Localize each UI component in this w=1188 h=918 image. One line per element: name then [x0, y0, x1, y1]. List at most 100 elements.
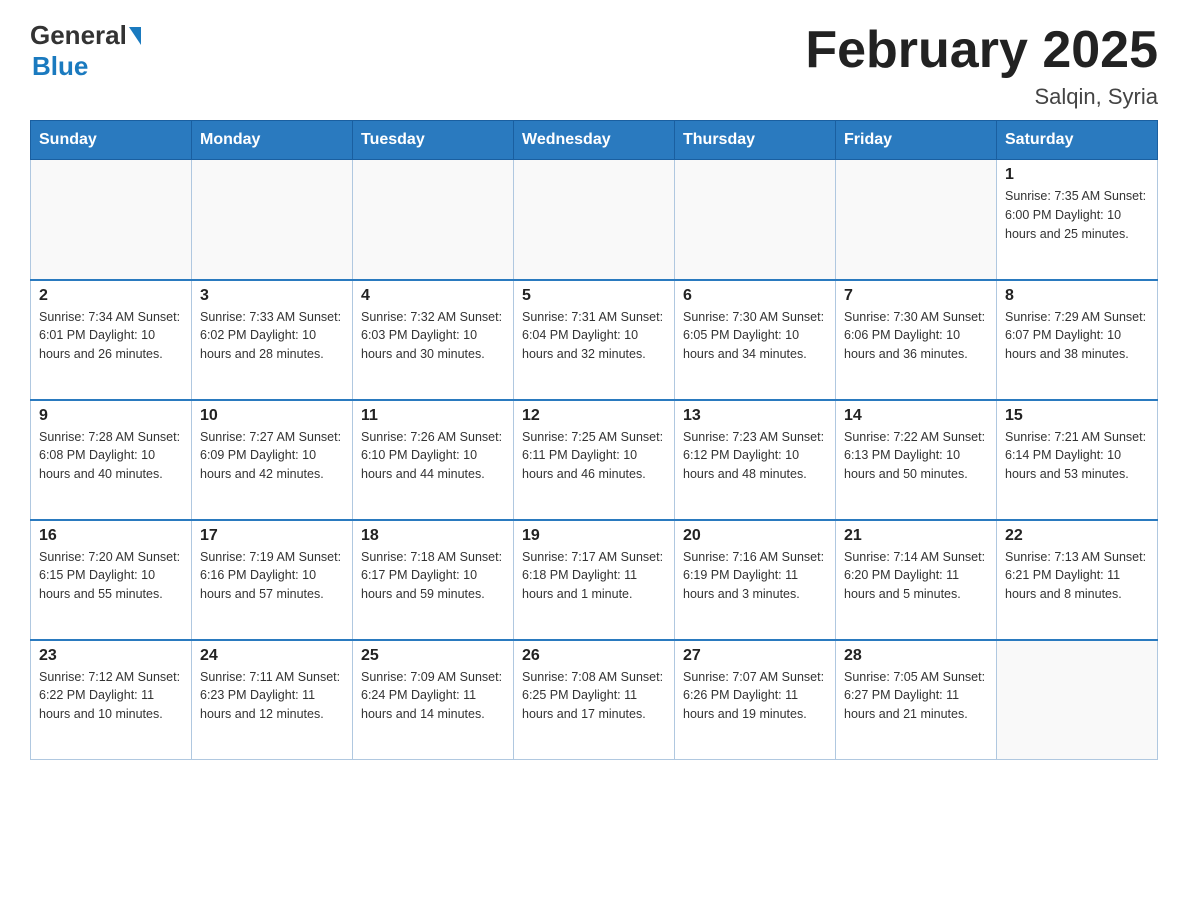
day-number: 22	[1005, 527, 1149, 545]
calendar-cell: 12 Sunrise: 7:25 AM Sunset: 6:11 PM Dayli…	[514, 400, 675, 520]
calendar-cell: 7 Sunrise: 7:30 AM Sunset: 6:06 PM Daylig…	[836, 280, 997, 400]
calendar-cell	[31, 160, 192, 280]
calendar-week-row: 23 Sunrise: 7:12 AM Sunset: 6:22 PM Dayli…	[31, 640, 1158, 760]
calendar-cell: 13Sunrise: 7:23 AM Sunset: 6:12 PM Dayli…	[675, 400, 836, 520]
calendar-cell	[514, 160, 675, 280]
day-number: 20	[683, 527, 827, 545]
day-number: 28	[844, 647, 988, 665]
calendar-cell	[997, 640, 1158, 760]
calendar-week-row: 9 Sunrise: 7:28 AM Sunset: 6:08 PM Daylig…	[31, 400, 1158, 520]
calendar-cell: 24 Sunrise: 7:11 AM Sunset: 6:23 PM Dayli…	[192, 640, 353, 760]
day-header-wednesday: Wednesday	[514, 121, 675, 160]
day-info: Sunrise: 7:34 AM Sunset: 6:01 PM Dayligh…	[39, 308, 183, 364]
day-header-thursday: Thursday	[675, 121, 836, 160]
day-number: 24	[200, 647, 344, 665]
day-info: Sunrise: 7:32 AM Sunset: 6:03 PM Dayligh…	[361, 308, 505, 364]
day-number: 8	[1005, 287, 1149, 305]
logo-blue-text: Blue	[32, 51, 88, 82]
calendar-cell: 16Sunrise: 7:20 AM Sunset: 6:15 PM Dayli…	[31, 520, 192, 640]
day-number: 26	[522, 647, 666, 665]
calendar-cell: 8 Sunrise: 7:29 AM Sunset: 6:07 PM Daylig…	[997, 280, 1158, 400]
calendar-cell: 23 Sunrise: 7:12 AM Sunset: 6:22 PM Dayli…	[31, 640, 192, 760]
calendar-cell: 5 Sunrise: 7:31 AM Sunset: 6:04 PM Daylig…	[514, 280, 675, 400]
day-header-monday: Monday	[192, 121, 353, 160]
calendar-cell: 27Sunrise: 7:07 AM Sunset: 6:26 PM Dayli…	[675, 640, 836, 760]
calendar-cell	[353, 160, 514, 280]
day-info: Sunrise: 7:18 AM Sunset: 6:17 PM Dayligh…	[361, 548, 505, 604]
day-info: Sunrise: 7:27 AM Sunset: 6:09 PM Dayligh…	[200, 428, 344, 484]
day-info: Sunrise: 7:20 AM Sunset: 6:15 PM Dayligh…	[39, 548, 183, 604]
day-info: Sunrise: 7:13 AM Sunset: 6:21 PM Dayligh…	[1005, 548, 1149, 604]
day-info: Sunrise: 7:16 AM Sunset: 6:19 PM Dayligh…	[683, 548, 827, 604]
calendar-cell: 10 Sunrise: 7:27 AM Sunset: 6:09 PM Dayli…	[192, 400, 353, 520]
calendar-cell	[675, 160, 836, 280]
logo-arrow-icon	[129, 27, 141, 45]
day-info: Sunrise: 7:14 AM Sunset: 6:20 PM Dayligh…	[844, 548, 988, 604]
day-info: Sunrise: 7:11 AM Sunset: 6:23 PM Dayligh…	[200, 668, 344, 724]
day-info: Sunrise: 7:25 AM Sunset: 6:11 PM Dayligh…	[522, 428, 666, 484]
calendar-cell: 25 Sunrise: 7:09 AM Sunset: 6:24 PM Dayli…	[353, 640, 514, 760]
calendar-cell: 22 Sunrise: 7:13 AM Sunset: 6:21 PM Dayli…	[997, 520, 1158, 640]
calendar-cell: 2 Sunrise: 7:34 AM Sunset: 6:01 PM Daylig…	[31, 280, 192, 400]
day-header-saturday: Saturday	[997, 121, 1158, 160]
day-info: Sunrise: 7:12 AM Sunset: 6:22 PM Dayligh…	[39, 668, 183, 724]
calendar-cell	[192, 160, 353, 280]
calendar-cell: 26Sunrise: 7:08 AM Sunset: 6:25 PM Dayli…	[514, 640, 675, 760]
calendar-cell: 6Sunrise: 7:30 AM Sunset: 6:05 PM Daylig…	[675, 280, 836, 400]
day-number: 27	[683, 647, 827, 665]
calendar-cell: 21 Sunrise: 7:14 AM Sunset: 6:20 PM Dayli…	[836, 520, 997, 640]
calendar-table: SundayMondayTuesdayWednesdayThursdayFrid…	[30, 120, 1158, 760]
calendar-cell: 28 Sunrise: 7:05 AM Sunset: 6:27 PM Dayli…	[836, 640, 997, 760]
calendar-cell: 18 Sunrise: 7:18 AM Sunset: 6:17 PM Dayli…	[353, 520, 514, 640]
day-info: Sunrise: 7:29 AM Sunset: 6:07 PM Dayligh…	[1005, 308, 1149, 364]
day-info: Sunrise: 7:33 AM Sunset: 6:02 PM Dayligh…	[200, 308, 344, 364]
day-number: 3	[200, 287, 344, 305]
calendar-week-row: 2 Sunrise: 7:34 AM Sunset: 6:01 PM Daylig…	[31, 280, 1158, 400]
page-header: General Blue February 2025 Salqin, Syria	[30, 20, 1158, 110]
day-number: 7	[844, 287, 988, 305]
day-number: 19	[522, 527, 666, 545]
day-number: 18	[361, 527, 505, 545]
day-number: 5	[522, 287, 666, 305]
day-info: Sunrise: 7:22 AM Sunset: 6:13 PM Dayligh…	[844, 428, 988, 484]
day-info: Sunrise: 7:19 AM Sunset: 6:16 PM Dayligh…	[200, 548, 344, 604]
day-info: Sunrise: 7:26 AM Sunset: 6:10 PM Dayligh…	[361, 428, 505, 484]
calendar-cell: 19 Sunrise: 7:17 AM Sunset: 6:18 PM Dayli…	[514, 520, 675, 640]
calendar-cell: 14Sunrise: 7:22 AM Sunset: 6:13 PM Dayli…	[836, 400, 997, 520]
day-number: 15	[1005, 407, 1149, 425]
day-number: 21	[844, 527, 988, 545]
calendar-cell: 1 Sunrise: 7:35 AM Sunset: 6:00 PM Daylig…	[997, 160, 1158, 280]
day-number: 23	[39, 647, 183, 665]
calendar-header-row: SundayMondayTuesdayWednesdayThursdayFrid…	[31, 121, 1158, 160]
day-number: 12	[522, 407, 666, 425]
calendar-cell: 3 Sunrise: 7:33 AM Sunset: 6:02 PM Daylig…	[192, 280, 353, 400]
calendar-cell: 4Sunrise: 7:32 AM Sunset: 6:03 PM Daylig…	[353, 280, 514, 400]
logo: General Blue	[30, 20, 141, 82]
day-info: Sunrise: 7:31 AM Sunset: 6:04 PM Dayligh…	[522, 308, 666, 364]
calendar-week-row: 16Sunrise: 7:20 AM Sunset: 6:15 PM Dayli…	[31, 520, 1158, 640]
calendar-cell	[836, 160, 997, 280]
calendar-cell: 11Sunrise: 7:26 AM Sunset: 6:10 PM Dayli…	[353, 400, 514, 520]
day-header-tuesday: Tuesday	[353, 121, 514, 160]
day-info: Sunrise: 7:09 AM Sunset: 6:24 PM Dayligh…	[361, 668, 505, 724]
day-number: 25	[361, 647, 505, 665]
day-number: 9	[39, 407, 183, 425]
day-info: Sunrise: 7:23 AM Sunset: 6:12 PM Dayligh…	[683, 428, 827, 484]
logo-general-text: General	[30, 20, 127, 51]
calendar-cell: 17 Sunrise: 7:19 AM Sunset: 6:16 PM Dayli…	[192, 520, 353, 640]
day-number: 6	[683, 287, 827, 305]
day-number: 2	[39, 287, 183, 305]
day-info: Sunrise: 7:30 AM Sunset: 6:06 PM Dayligh…	[844, 308, 988, 364]
day-info: Sunrise: 7:35 AM Sunset: 6:00 PM Dayligh…	[1005, 187, 1149, 243]
day-info: Sunrise: 7:05 AM Sunset: 6:27 PM Dayligh…	[844, 668, 988, 724]
day-info: Sunrise: 7:21 AM Sunset: 6:14 PM Dayligh…	[1005, 428, 1149, 484]
day-number: 17	[200, 527, 344, 545]
calendar-cell: 15 Sunrise: 7:21 AM Sunset: 6:14 PM Dayli…	[997, 400, 1158, 520]
day-number: 1	[1005, 166, 1149, 184]
calendar-cell: 20 Sunrise: 7:16 AM Sunset: 6:19 PM Dayli…	[675, 520, 836, 640]
day-info: Sunrise: 7:28 AM Sunset: 6:08 PM Dayligh…	[39, 428, 183, 484]
day-info: Sunrise: 7:17 AM Sunset: 6:18 PM Dayligh…	[522, 548, 666, 604]
month-title: February 2025	[805, 20, 1158, 80]
title-section: February 2025 Salqin, Syria	[805, 20, 1158, 110]
day-number: 10	[200, 407, 344, 425]
